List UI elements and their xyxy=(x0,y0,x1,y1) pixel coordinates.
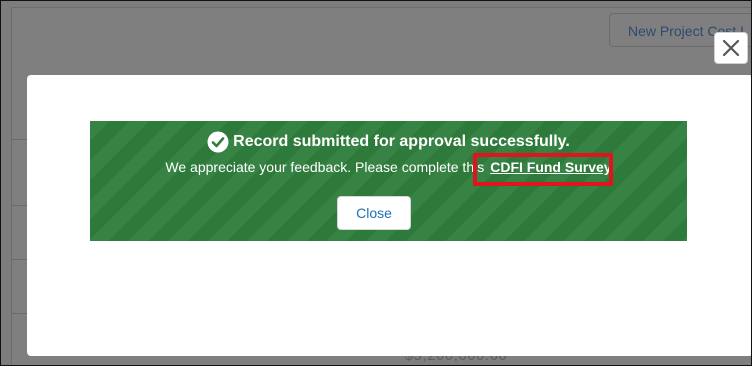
toast-message-text: We appreciate your feedback. Please comp… xyxy=(165,159,485,175)
screenshot-frame: New Project Cost I $3,200,000.00 Record … xyxy=(0,0,752,366)
close-button[interactable]: Close xyxy=(337,196,411,230)
toast-title: Record submitted for approval successful… xyxy=(90,131,687,153)
modal-close-button[interactable] xyxy=(714,32,748,64)
close-icon xyxy=(722,39,740,57)
toast-message: We appreciate your feedback. Please comp… xyxy=(90,159,687,175)
toast-title-text: Record submitted for approval successful… xyxy=(233,133,570,150)
checkmark-circle-icon xyxy=(207,131,229,153)
cdfi-fund-survey-link[interactable]: CDFI Fund Survey xyxy=(490,159,611,175)
